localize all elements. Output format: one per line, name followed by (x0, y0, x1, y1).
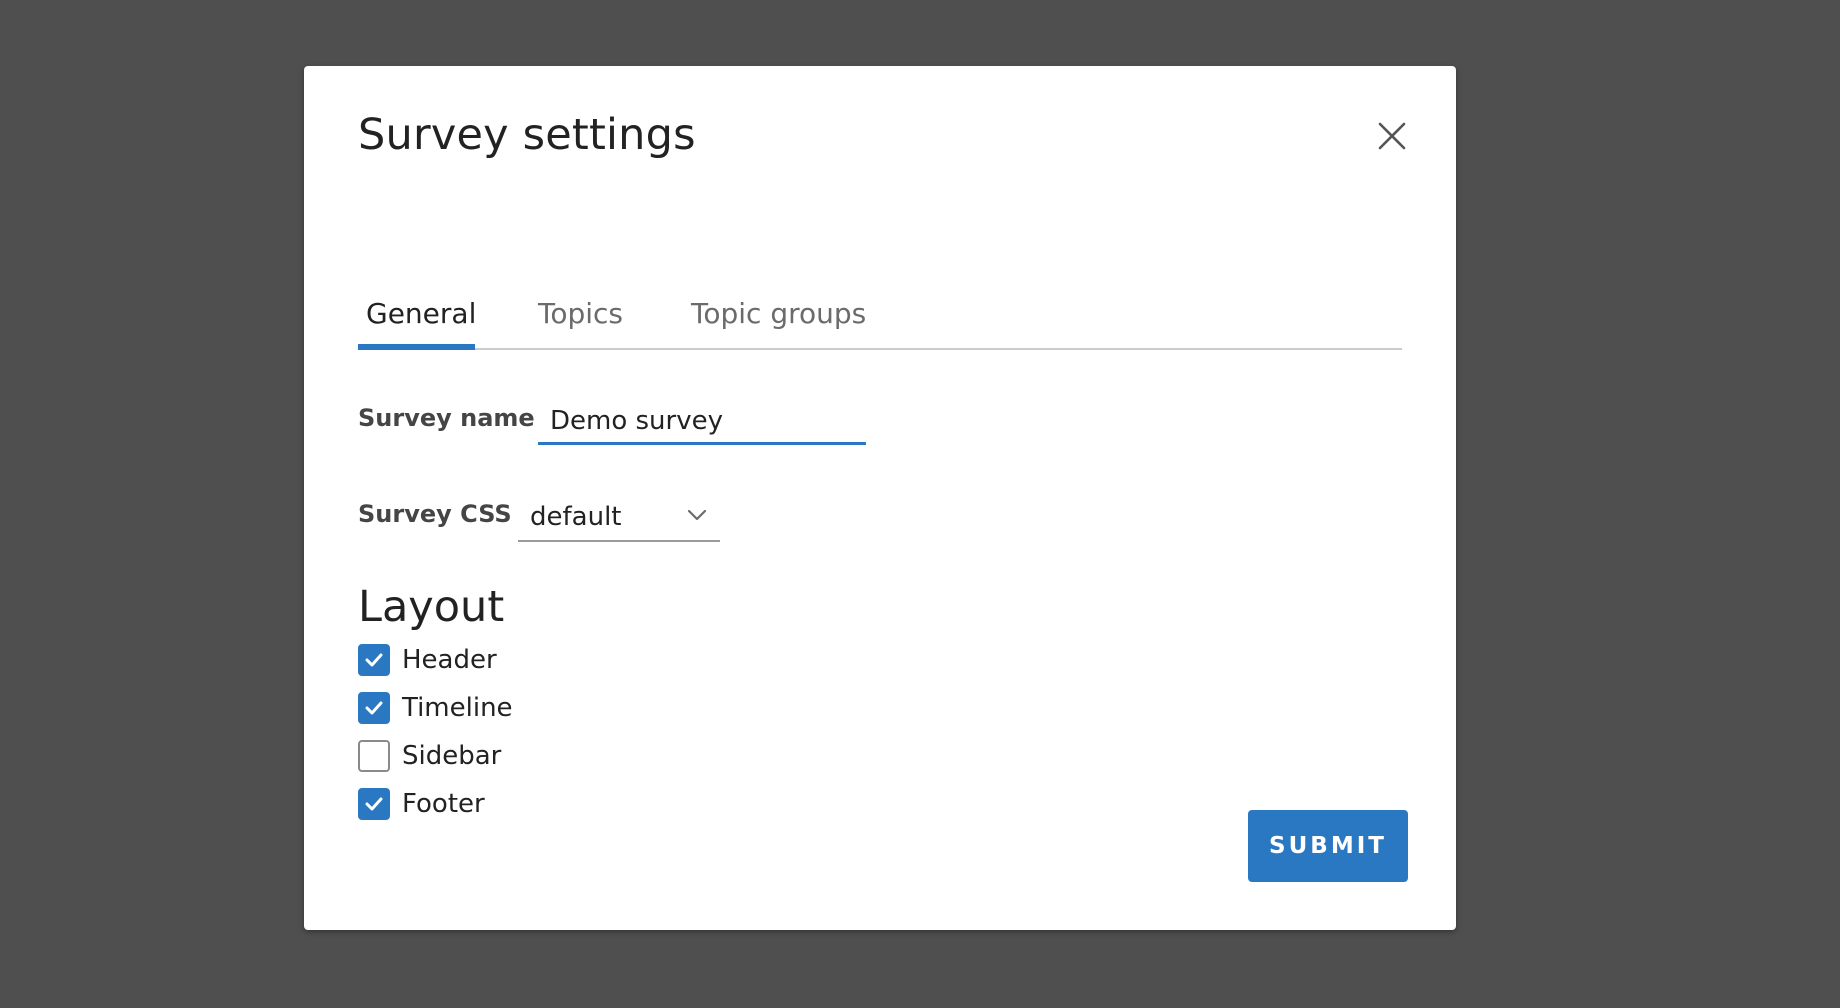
checkmark-icon (365, 797, 383, 811)
active-tab-indicator (358, 344, 475, 350)
survey-name-label: Survey name (358, 404, 535, 432)
close-icon (1378, 122, 1406, 150)
layout-heading: Layout (358, 582, 505, 632)
survey-css-selected-value: default (530, 502, 622, 532)
footer-checkbox-label: Footer (402, 789, 485, 819)
tab-topics-label: Topics (538, 297, 624, 330)
close-button[interactable] (1372, 116, 1412, 156)
chevron-down-icon (687, 509, 707, 521)
tab-topics[interactable]: Topics (538, 300, 623, 346)
timeline-checkbox-label: Timeline (402, 693, 513, 723)
survey-css-select[interactable]: default (518, 494, 720, 542)
tab-topic-groups[interactable]: Topic groups (691, 300, 866, 346)
submit-button[interactable]: SUBMIT (1248, 810, 1408, 882)
timeline-checkbox[interactable] (358, 692, 390, 724)
survey-name-input[interactable] (538, 396, 866, 445)
checkmark-icon (365, 701, 383, 715)
sidebar-checkbox-label: Sidebar (402, 741, 502, 771)
survey-settings-dialog: Survey settings General Topics Topic gro… (304, 66, 1456, 930)
survey-css-label: Survey CSS (358, 500, 512, 528)
tab-bar: General Topics Topic groups (358, 290, 1402, 350)
header-checkbox-label: Header (402, 645, 497, 675)
tab-topic-groups-label: Topic groups (691, 297, 867, 330)
header-checkbox[interactable] (358, 644, 390, 676)
sidebar-checkbox[interactable] (358, 740, 390, 772)
tab-general-label: General (366, 297, 477, 330)
tab-general[interactable]: General (366, 300, 476, 346)
dialog-title: Survey settings (358, 110, 696, 160)
checkmark-icon (365, 653, 383, 667)
footer-checkbox[interactable] (358, 788, 390, 820)
